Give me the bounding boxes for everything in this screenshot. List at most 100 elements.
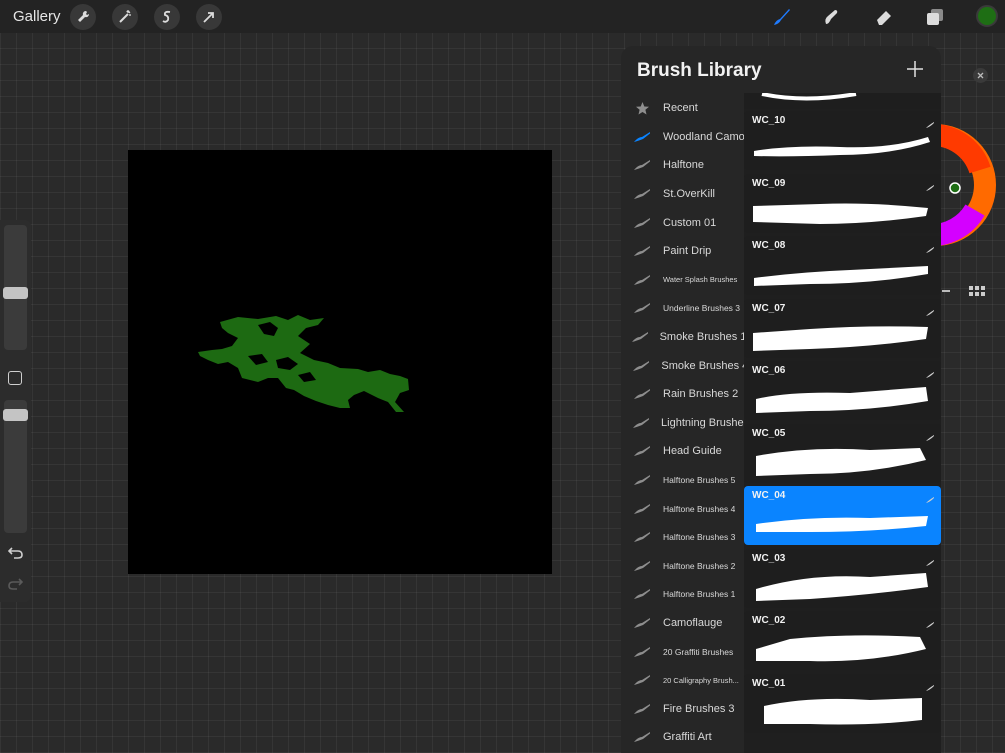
brush-stroke-icon	[621, 703, 663, 715]
brush-set-item[interactable]: Smoke Brushes 12	[621, 323, 745, 352]
brush-mini-icon	[925, 179, 935, 191]
brush-set-label: Halftone Brushes 4	[663, 503, 736, 514]
brush-item[interactable]: WC_06	[744, 361, 941, 420]
brush-stroke-preview	[750, 569, 932, 603]
left-sidebar	[0, 220, 31, 602]
brush-stroke-preview	[750, 131, 932, 165]
brush-set-item[interactable]: St.OverKill	[621, 180, 745, 209]
brush-name: WC_01	[752, 677, 786, 689]
brush-set-item[interactable]: Paint Drip	[621, 237, 745, 266]
panel-title: Brush Library	[637, 60, 762, 81]
brush-item[interactable]: WC_04	[744, 486, 941, 545]
brush-set-item[interactable]: Halftone Brushes 3	[621, 523, 745, 552]
brush-set-item[interactable]: 20 Graffiti Brushes	[621, 637, 745, 666]
brush-set-label: Rain Brushes 2	[663, 388, 739, 401]
brush-name: WC_06	[752, 365, 786, 376]
brush-name: WC_05	[752, 427, 786, 439]
brush-stroke-icon	[621, 560, 663, 572]
brush-set-item[interactable]: Halftone	[621, 151, 745, 180]
brush-set-item[interactable]: Custom 01	[621, 208, 745, 237]
brush-set-item[interactable]: Underline Brushes 3	[621, 294, 745, 323]
layers-icon[interactable]	[922, 4, 948, 30]
brush-stroke-icon	[621, 360, 661, 372]
brush-stroke-preview	[750, 381, 932, 415]
brush-stroke-preview	[750, 256, 932, 290]
brush-set-item[interactable]: Graffiti Art	[621, 723, 745, 752]
brush-set-label: Graffiti Art	[663, 731, 712, 744]
brush-stroke-icon	[621, 731, 663, 743]
brush-set-item[interactable]: Recent	[621, 94, 745, 123]
brush-item[interactable]: WC_02	[744, 611, 941, 670]
brush-mini-icon	[925, 304, 935, 316]
brush-name: WC_04	[752, 490, 786, 501]
brush-item[interactable]: WC_10	[744, 111, 941, 170]
gallery-button[interactable]: Gallery	[13, 8, 61, 25]
brush-item[interactable]: WC_08	[744, 236, 941, 295]
wrench-icon[interactable]	[70, 4, 96, 30]
redo-icon[interactable]	[8, 576, 24, 595]
opacity-handle[interactable]	[3, 409, 28, 421]
brush-size-handle[interactable]	[3, 287, 28, 299]
brush-stroke-icon	[621, 531, 663, 543]
brush-stroke-icon	[621, 388, 663, 400]
smudge-icon[interactable]	[818, 4, 844, 30]
brush-set-item[interactable]: Camoflauge	[621, 609, 745, 638]
brush-item[interactable]: WC_01	[744, 673, 941, 733]
partial-brush-preview	[744, 92, 941, 109]
brush-name: WC_02	[752, 615, 786, 626]
drawing-canvas[interactable]	[128, 150, 552, 574]
modify-button[interactable]	[8, 371, 22, 385]
brush-stroke-icon	[621, 503, 663, 515]
brush-set-label: Camoflauge	[663, 616, 723, 629]
brush-stroke-preview	[750, 319, 932, 353]
brush-set-item[interactable]: Fire Brushes 3	[621, 694, 745, 723]
brush-item[interactable]: WC_03	[744, 548, 941, 608]
brush-set-item[interactable]: Halftone Brushes 1	[621, 580, 745, 609]
brush-sets-list: Recent Woodland Camo Halftone St.OverKill Cu…	[621, 94, 745, 752]
transform-arrow-icon[interactable]	[196, 4, 222, 30]
brush-list: WC_10 WC_09 WC_08 WC_07 WC_06 WC_05 WC_04 WC_03…	[744, 92, 941, 753]
eraser-icon[interactable]	[871, 4, 897, 30]
brush-stroke-icon	[621, 159, 663, 171]
brush-library-panel: Brush Library Recent Woodland Camo Halfton…	[621, 46, 941, 753]
selection-icon[interactable]	[154, 4, 180, 30]
brush-stroke-preview	[750, 194, 932, 228]
brush-set-item[interactable]: Water Splash Brushes	[621, 266, 745, 295]
brush-set-item[interactable]: Halftone Brushes 2	[621, 552, 745, 581]
brush-set-label: Halftone Brushes 1	[663, 589, 736, 600]
brush-stroke-icon	[621, 588, 663, 600]
brush-set-label: Halftone Brushes 3	[663, 532, 736, 543]
brush-set-item[interactable]: Lightning Brushes	[621, 409, 745, 438]
brush-mini-icon	[925, 429, 935, 441]
camo-shape	[198, 315, 409, 412]
brush-stroke-icon	[621, 331, 660, 343]
brush-item[interactable]: WC_05	[744, 423, 941, 483]
brush-set-item[interactable]: 20 Calligraphy Brush...	[621, 666, 745, 695]
star-icon	[621, 101, 663, 116]
brush-stroke-icon	[621, 617, 663, 629]
brush-stroke-icon	[621, 646, 663, 658]
color-swatch-button[interactable]	[976, 5, 998, 27]
brush-set-item[interactable]: Halftone Brushes 4	[621, 494, 745, 523]
magic-wand-icon[interactable]	[112, 4, 138, 30]
brush-set-item[interactable]: Halftone Brushes 5	[621, 466, 745, 495]
brush-set-item[interactable]: Woodland Camo	[621, 123, 745, 152]
brush-set-label: Recent	[663, 102, 698, 115]
brush-set-item[interactable]: Smoke Brushes 4	[621, 351, 745, 380]
brush-name: WC_03	[752, 552, 786, 564]
close-color-panel-icon[interactable]	[973, 68, 988, 83]
brush-set-item[interactable]: Rain Brushes 2	[621, 380, 745, 409]
color-divider	[942, 290, 950, 292]
palette-grid-icon[interactable]	[969, 286, 987, 300]
brush-mini-icon	[925, 554, 935, 566]
brush-set-item[interactable]: Head Guide	[621, 437, 745, 466]
undo-icon[interactable]	[7, 545, 23, 564]
brush-mini-icon	[925, 491, 935, 503]
plus-icon[interactable]	[905, 59, 925, 79]
brush-item[interactable]: WC_07	[744, 298, 941, 358]
brush-name: WC_07	[752, 302, 786, 314]
brush-item[interactable]: WC_09	[744, 173, 941, 233]
brush-stroke-icon	[621, 417, 661, 429]
brush-set-label: Halftone	[663, 159, 704, 172]
brush-icon[interactable]	[769, 4, 795, 30]
